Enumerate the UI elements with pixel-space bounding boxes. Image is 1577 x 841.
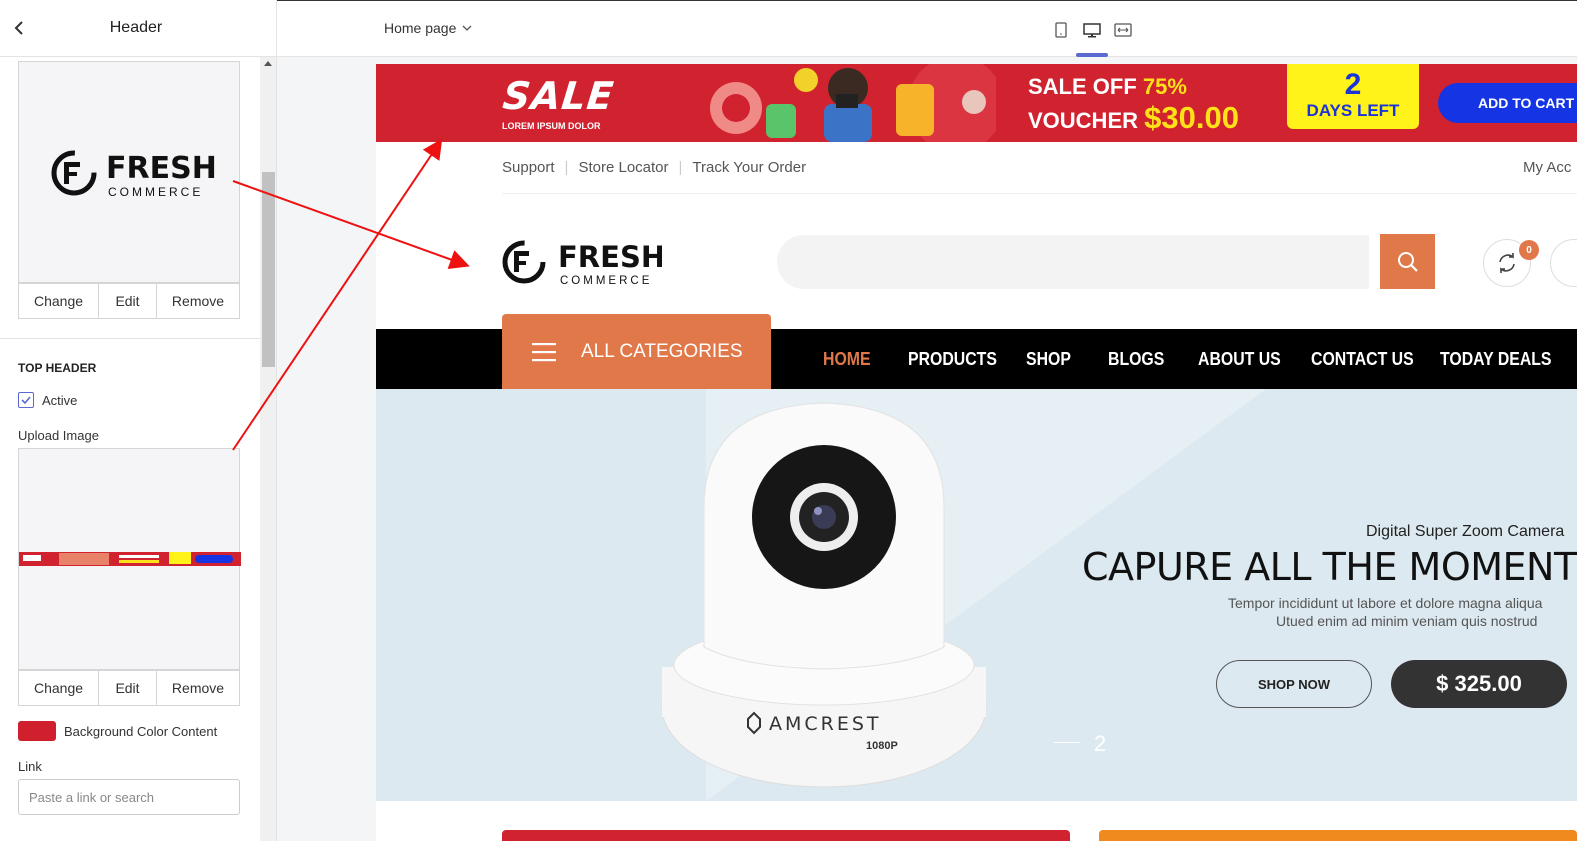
logo-image-actions: Change Edit Remove <box>18 283 240 319</box>
shop-now-button[interactable]: SHOP NOW <box>1216 660 1372 708</box>
voucher-label: VOUCHER <box>1028 108 1139 133</box>
active-device-indicator <box>1076 53 1108 57</box>
store-logo[interactable]: FRESH COMMERCE <box>502 236 662 288</box>
sidebar-title: Header <box>109 19 163 36</box>
banner-sale-subtext: LOREM IPSUM DOLOR <box>502 121 601 131</box>
promo-card-orange[interactable] <box>1099 830 1577 841</box>
camera-brand-text: AMCREST <box>769 713 882 735</box>
banner-thumbnail <box>19 552 241 566</box>
link-label: Link <box>18 759 42 774</box>
track-order-link[interactable]: Track Your Order <box>692 159 806 176</box>
search-icon <box>1397 251 1418 272</box>
logo-remove-button[interactable]: Remove <box>157 284 239 318</box>
nav-contact-us[interactable]: CONTACT US <box>1311 349 1414 370</box>
camera-model-text: 1080P <box>866 740 898 752</box>
logo-text-fresh: FRESH <box>106 151 217 186</box>
all-categories-label: ALL CATEGORIES <box>581 340 743 362</box>
checkmark-icon <box>21 396 31 405</box>
banner-edit-button[interactable]: Edit <box>99 671 157 705</box>
hero-title: CAPURE ALL THE MOMENTS <box>1082 545 1577 589</box>
compare-count-badge: 0 <box>1519 240 1539 260</box>
hero-description-line1: Tempor incididunt ut labore et dolore ma… <box>1228 595 1543 611</box>
background-color-label: Background Color Content <box>64 724 218 739</box>
add-to-cart-button[interactable]: ADD TO CART <box>1438 83 1577 123</box>
banner-sale-off: SALE OFF 75% <box>1028 74 1187 100</box>
mobile-icon[interactable] <box>1052 21 1070 39</box>
upload-image-label: Upload Image <box>18 428 99 443</box>
sale-off-value: 75% <box>1142 74 1187 99</box>
voucher-value: $30.00 <box>1144 100 1239 135</box>
link-input[interactable] <box>18 779 240 815</box>
hero-slider: AMCREST 1080P Digital Super Zoom Camera … <box>376 389 1577 801</box>
logo-text-commerce: COMMERCE <box>108 185 203 199</box>
logo-image-preview: FRESH COMMERCE <box>18 61 240 283</box>
slide-number[interactable]: 2 <box>1094 731 1106 757</box>
top-links: Support | Store Locator | Track Your Ord… <box>502 159 806 176</box>
scroll-up-arrow-icon[interactable] <box>264 61 272 66</box>
days-left-text: DAYS LEFT <box>1306 101 1400 120</box>
page-selector[interactable]: Home page <box>384 20 472 36</box>
banner-voucher: VOUCHER $30.00 <box>1028 100 1239 136</box>
banner-remove-button[interactable]: Remove <box>157 671 239 705</box>
hamburger-icon <box>532 342 556 361</box>
nav-products[interactable]: PRODUCTS <box>908 349 997 370</box>
nav-blogs[interactable]: BLOGS <box>1108 349 1164 370</box>
active-checkbox[interactable] <box>18 392 34 408</box>
slide-dash <box>1054 742 1080 743</box>
sidebar-scrollbar[interactable] <box>260 57 276 841</box>
banner-change-button[interactable]: Change <box>19 671 99 705</box>
link-separator: | <box>678 159 683 176</box>
link-separator: | <box>564 159 569 176</box>
sale-off-label: SALE OFF <box>1028 74 1137 99</box>
editor-toolbar: Home page <box>277 0 1577 57</box>
top-banner-image-preview <box>18 448 241 670</box>
fullwidth-icon[interactable] <box>1114 21 1132 39</box>
hero-description-line2: Utued enim ad minim veniam quis nostrud <box>1276 613 1538 629</box>
settings-sidebar: Header FRESH COMMERCE Change Edit Remove… <box>0 0 277 841</box>
hero-subtitle: Digital Super Zoom Camera <box>1366 523 1565 540</box>
store-logo-fresh: FRESH <box>558 240 662 274</box>
banner-sale-text: SALE <box>500 74 617 118</box>
top-promo-banner[interactable]: SALE LOREM IPSUM DOLOR SALE OFF 75% VOUC… <box>376 64 1577 142</box>
store-locator-link[interactable]: Store Locator <box>578 159 668 176</box>
sidebar-header: Header <box>0 0 276 57</box>
logo-change-button[interactable]: Change <box>19 284 99 318</box>
store-preview: SALE LOREM IPSUM DOLOR SALE OFF 75% VOUC… <box>376 64 1577 841</box>
banner-product-images <box>710 64 996 142</box>
store-search-input[interactable] <box>777 235 1369 289</box>
nav-about-us[interactable]: ABOUT US <box>1198 349 1281 370</box>
support-link[interactable]: Support <box>502 159 555 176</box>
promo-card-red[interactable] <box>502 830 1070 841</box>
chevron-down-icon <box>462 25 472 31</box>
nav-shop[interactable]: SHOP <box>1026 349 1071 370</box>
fresh-commerce-logo: FRESH COMMERCE <box>51 150 217 199</box>
wishlist-button[interactable] <box>1550 239 1577 287</box>
back-icon[interactable] <box>10 18 30 38</box>
days-left-number: 2 <box>1344 68 1362 101</box>
days-left-badge: 2 DAYS LEFT <box>1287 64 1419 129</box>
all-categories-button[interactable]: ALL CATEGORIES <box>502 314 771 389</box>
store-logo-commerce: COMMERCE <box>560 275 652 287</box>
security-camera-image: AMCREST 1080P <box>661 402 987 788</box>
active-label: Active <box>42 393 78 408</box>
my-account-link[interactable]: My Acc <box>1523 159 1571 176</box>
store-search-button[interactable] <box>1380 234 1435 289</box>
section-divider <box>0 338 260 339</box>
desktop-icon[interactable] <box>1083 21 1101 39</box>
banner-image-actions: Change Edit Remove <box>18 670 240 706</box>
header-divider <box>502 193 1577 194</box>
top-header-section-title: TOP HEADER <box>18 361 97 375</box>
nav-today-deals[interactable]: TODAY DEALS <box>1440 349 1551 370</box>
background-color-swatch[interactable] <box>18 721 56 741</box>
scrollbar-thumb[interactable] <box>262 172 275 367</box>
nav-home[interactable]: HOME <box>823 349 871 370</box>
compare-arrows-icon <box>1499 253 1515 273</box>
logo-edit-button[interactable]: Edit <box>99 284 157 318</box>
page-selector-label: Home page <box>384 20 457 36</box>
hero-price-badge: $ 325.00 <box>1391 660 1567 708</box>
